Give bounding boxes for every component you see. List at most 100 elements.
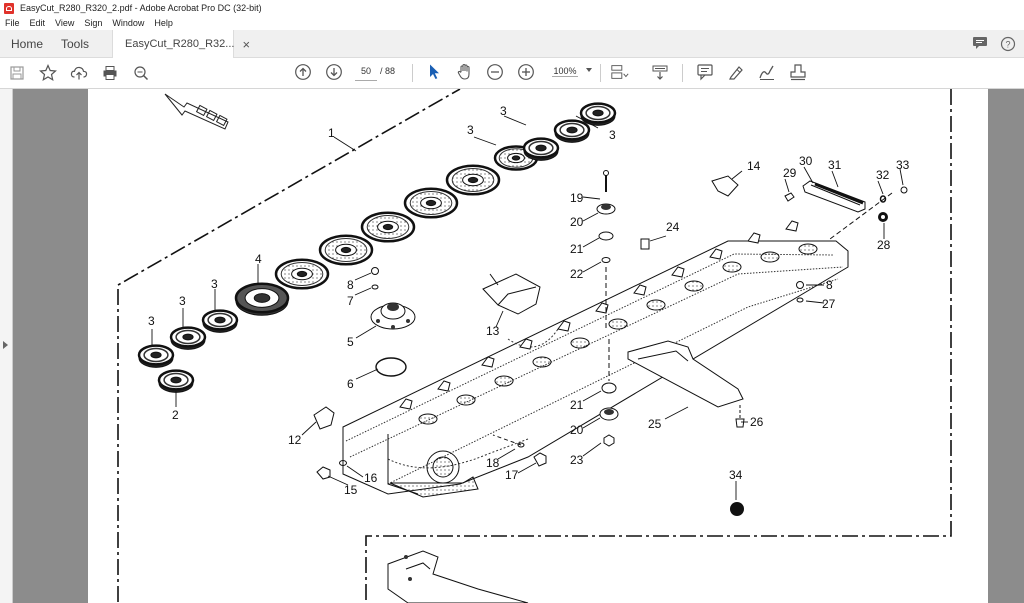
callout-30: 30 [799,154,813,168]
tab-tools[interactable]: Tools [61,30,89,57]
svg-text:?: ? [1005,40,1010,50]
scroll-mode-icon[interactable] [650,62,670,82]
tab-bar: Home Tools EasyCut_R280_R32... × ? [0,30,1024,58]
pdf-page: 1 2 3 3 3 3 3 3 4 5 6 7 8 8 12 13 14 15 … [88,89,988,603]
print-icon[interactable] [100,63,120,83]
callout-3: 3 [148,314,155,328]
gear [201,309,239,333]
zoom-dropdown-icon[interactable] [586,68,592,72]
bearing-seat [798,243,818,255]
select-cursor-icon[interactable] [424,62,444,82]
callout-6: 6 [347,377,354,391]
part-5-bearing-housing [370,302,416,330]
gear [445,164,501,196]
part-14-bracket [711,175,739,197]
callout-16: 16 [364,471,378,485]
callout-34: 34 [729,468,743,482]
callout-19: 19 [570,191,584,205]
callout-5: 5 [347,335,354,349]
gear [522,137,560,161]
acrobat-logo-icon [4,2,14,14]
part-7-washer [371,284,379,290]
menu-file[interactable]: File [0,18,25,28]
tab-document-label: EasyCut_R280_R32... [125,38,235,50]
menu-sign[interactable]: Sign [79,18,107,28]
callout-26: 26 [750,415,764,429]
callout-28: 28 [877,238,891,252]
callout-21: 21 [570,398,584,412]
gear [234,282,290,316]
toolbar-divider [600,64,601,82]
save-icon[interactable] [7,63,27,83]
callout-1: 1 [328,126,335,140]
gear [169,326,207,350]
callout-20: 20 [570,423,584,437]
callout-25: 25 [648,417,662,431]
page-fit-icon[interactable] [610,62,630,82]
title-bar: EasyCut_R280_R320_2.pdf - Adobe Acrobat … [0,0,1024,16]
highlight-pen-icon[interactable] [726,62,746,82]
comment-icon[interactable] [695,62,715,82]
window-title: EasyCut_R280_R320_2.pdf - Adobe Acrobat … [20,3,262,13]
zoom-out-icon[interactable] [485,62,505,82]
callout-3: 3 [609,128,616,142]
bearing-seat [532,356,552,368]
callout-3: 3 [500,104,507,118]
hand-tool-icon[interactable] [455,62,475,82]
page-number-input[interactable]: 50 [355,66,377,81]
next-page-icon[interactable] [324,62,344,82]
callout-3: 3 [179,294,186,308]
bearing-seat [646,299,666,311]
exploded-parts-diagram: 1 2 3 3 3 3 3 3 4 5 6 7 8 8 12 13 14 15 … [117,89,952,603]
bearing-seat [722,261,742,273]
upload-cloud-icon[interactable] [69,63,89,83]
chat-icon[interactable] [972,36,988,50]
zoom-in-icon[interactable] [516,62,536,82]
tab-close-icon[interactable]: × [242,37,250,52]
direction-arrow [164,93,229,130]
toolbar-divider [412,64,413,82]
bearing-seat [684,280,704,292]
callout-8: 8 [347,278,354,292]
right-scroll-area[interactable] [988,89,1024,603]
callout-15: 15 [344,483,358,497]
expand-arrow-icon[interactable] [3,341,8,349]
help-icon[interactable]: ? [1000,36,1016,52]
part-30-31-strip [802,180,866,213]
callout-31: 31 [828,158,842,172]
stamp-icon[interactable] [788,62,808,82]
bookmark-star-icon[interactable] [38,63,58,83]
sign-icon[interactable] [757,62,777,82]
bearing-seat [418,413,438,425]
zoom-level-input[interactable]: 100% [552,66,578,77]
find-zoom-icon[interactable] [131,63,151,83]
part-12-shoe [313,406,335,430]
bearing-seat [494,375,514,387]
menu-window[interactable]: Window [107,18,149,28]
menu-bar: File Edit View Sign Window Help [0,16,1024,30]
callout-18: 18 [486,456,500,470]
left-panel-toggle[interactable] [0,89,13,603]
callout-4: 4 [255,252,262,266]
gear [579,102,617,126]
menu-view[interactable]: View [50,18,79,28]
callout-3: 3 [467,123,474,137]
callout-8: 8 [826,278,833,292]
callout-22: 22 [570,267,584,281]
part-8-nut [371,267,379,275]
menu-help[interactable]: Help [149,18,178,28]
prev-page-icon[interactable] [293,62,313,82]
callout-32: 32 [876,168,890,182]
callout-33: 33 [896,158,910,172]
gear [553,119,591,143]
callout-2: 2 [172,408,179,422]
bearing-seat [608,318,628,330]
bearing-seat [456,394,476,406]
lower-assembly-preview [387,550,529,603]
tab-home[interactable]: Home [11,30,43,57]
knife-holder [747,232,761,244]
tab-document[interactable]: EasyCut_R280_R32... × [112,30,250,58]
callout-7: 7 [347,294,354,308]
menu-edit[interactable]: Edit [25,18,51,28]
part-24-bolt [640,238,650,250]
